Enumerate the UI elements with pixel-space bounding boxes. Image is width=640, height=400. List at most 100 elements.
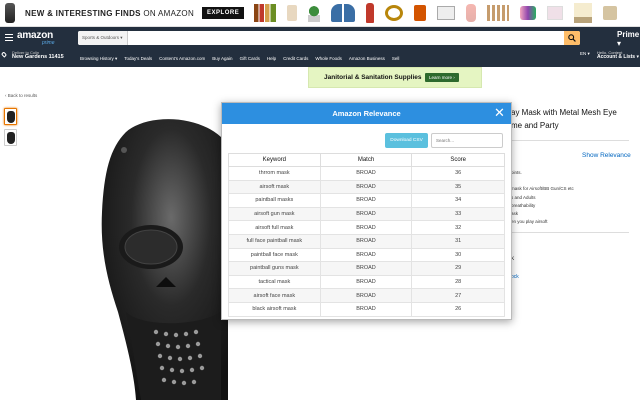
search-button[interactable] xyxy=(564,31,580,45)
table-row: full face paintball mask BROAD 31 xyxy=(228,233,505,249)
skull-mask-product-image[interactable] xyxy=(96,112,228,400)
nav-link-credit-cards[interactable]: Credit Cards xyxy=(283,56,308,62)
bullet-point: ask xyxy=(511,211,519,216)
echo-speaker-image xyxy=(5,3,15,23)
basket-image xyxy=(603,6,618,20)
score-cell: 29 xyxy=(411,261,505,276)
mask-thumbnail-image xyxy=(7,132,15,144)
score-cell: 30 xyxy=(411,247,505,263)
search-department-select[interactable]: Sports & Outdoors ▾ xyxy=(78,31,128,45)
column-header-match[interactable]: Match xyxy=(319,153,413,167)
ad-text: Janitorial & Sanitation Supplies xyxy=(324,74,422,81)
soap-image xyxy=(520,6,537,20)
table-header-row: Keyword Match Score xyxy=(228,153,505,167)
keyword-cell: full face paintball mask xyxy=(228,233,321,249)
score-cell: 31 xyxy=(411,233,505,249)
nav-link-amazon-business[interactable]: Amazon Business xyxy=(349,56,385,62)
nav-link-sell[interactable]: Sell xyxy=(392,56,400,62)
divider xyxy=(511,140,629,141)
match-cell: BROAD xyxy=(319,274,413,290)
nav-link-todays-deals[interactable]: Today's Deals xyxy=(124,56,152,62)
close-icon[interactable]: ✕ xyxy=(494,106,505,119)
product-thumbnail[interactable] xyxy=(4,108,17,125)
keyword-search-input[interactable] xyxy=(431,133,503,148)
jar-image xyxy=(287,5,298,21)
score-cell: 34 xyxy=(411,193,505,208)
score-cell: 32 xyxy=(411,220,505,235)
bullet-point: s and Adults xyxy=(511,195,536,200)
account-menu[interactable]: Hello, Content Account & Lists ▾ xyxy=(597,50,639,60)
bullet-point: breathability xyxy=(511,203,536,208)
plant-image xyxy=(308,4,321,22)
match-cell: BROAD xyxy=(319,166,413,181)
product-thumbnail[interactable] xyxy=(4,129,17,146)
side-fragment-link[interactable]: ock xyxy=(511,274,519,280)
show-relevance-link[interactable]: Show Relevance xyxy=(582,152,631,159)
column-header-score[interactable]: Score xyxy=(411,153,505,167)
download-csv-button[interactable]: Download CSV xyxy=(385,133,428,148)
keyword-cell: airsoft full mask xyxy=(228,220,321,235)
language-select[interactable]: EN ▾ xyxy=(580,51,590,57)
score-cell: 36 xyxy=(411,166,505,181)
banner-promo-text: NEW & INTERESTING FINDS ON AMAZON xyxy=(25,8,195,18)
match-cell: BROAD xyxy=(319,261,413,276)
nav-link-contents-amazon[interactable]: Content's Amazon.com xyxy=(159,56,205,62)
match-cell: BROAD xyxy=(319,206,413,222)
table-row: airsoft full mask BROAD 32 xyxy=(228,220,505,235)
sign-image xyxy=(437,6,456,20)
promo-banner[interactable]: NEW & INTERESTING FINDS ON AMAZON EXPLOR… xyxy=(0,0,640,27)
match-cell: BROAD xyxy=(319,288,413,303)
keyword-cell: paintball face mask xyxy=(228,247,321,263)
table-row: airsoft mask BROAD 35 xyxy=(228,179,505,195)
table-row: tactical mask BROAD 28 xyxy=(228,274,505,290)
prime-menu[interactable]: Prime ▾ xyxy=(617,30,640,48)
nav-link-gift-cards[interactable]: Gift Cards xyxy=(240,56,260,62)
product-title-line-2: me and Party xyxy=(511,121,559,130)
jewelry-image xyxy=(547,6,564,20)
bottle-image xyxy=(366,3,375,23)
bullet-point: en you play airsoft xyxy=(511,219,548,224)
banner-explore-button[interactable]: EXPLORE xyxy=(202,7,245,19)
nav-link-whole-foods[interactable]: Whole Foods xyxy=(315,56,342,62)
match-cell: BROAD xyxy=(319,301,413,317)
wings-image xyxy=(331,4,356,22)
menu-icon[interactable] xyxy=(5,34,13,41)
sponsored-ad-strip[interactable]: Janitorial & Sanitation Supplies Learn m… xyxy=(308,67,482,88)
nav-link-help[interactable]: Help xyxy=(267,56,276,62)
amazon-relevance-modal: Amazon Relevance ✕ Download CSV Keyword … xyxy=(221,102,512,320)
bullet-point: mask for Airsoft/BB Gun/CS etc xyxy=(511,186,574,191)
keyword-cell: thrrom mask xyxy=(228,166,321,181)
toy-image xyxy=(466,4,477,22)
table-row: paintball masks BROAD 34 xyxy=(228,193,505,208)
keyword-cell: black airsoft mask xyxy=(228,301,321,317)
modal-header: Amazon Relevance ✕ xyxy=(222,103,511,124)
keyword-cell: airsoft gun mask xyxy=(228,206,321,222)
candle-image xyxy=(414,5,427,21)
nav-link-buy-again[interactable]: Buy Again xyxy=(212,56,232,62)
match-cell: BROAD xyxy=(319,233,413,249)
table-row: airsoft gun mask BROAD 33 xyxy=(228,206,505,222)
match-cell: BROAD xyxy=(319,247,413,263)
column-header-keyword[interactable]: Keyword xyxy=(228,153,321,167)
table-row: airsoft face mask BROAD 27 xyxy=(228,288,505,303)
keyword-cell: tactical mask xyxy=(228,274,321,290)
score-cell: 26 xyxy=(411,301,505,317)
score-cell: 27 xyxy=(411,288,505,303)
hoop-earrings-image xyxy=(385,5,404,21)
nav-link-browsing-history[interactable]: Browsing History ▾ xyxy=(80,56,117,62)
score-cell: 35 xyxy=(411,179,505,195)
deliver-to-location[interactable]: Deliver to Colin New Gardens 11415 xyxy=(12,50,64,60)
modal-title: Amazon Relevance xyxy=(332,109,401,118)
keyword-cell: paintball masks xyxy=(228,193,321,208)
keyword-cell: airsoft face mask xyxy=(228,288,321,303)
ad-learn-more-button[interactable]: Learn more › xyxy=(425,73,459,82)
back-to-results-link[interactable]: ‹ Back to results xyxy=(5,93,37,98)
search-bar[interactable]: Sports & Outdoors ▾ xyxy=(78,31,580,45)
mask-thumbnail-image xyxy=(7,111,15,123)
search-icon xyxy=(568,34,576,42)
table-row: thrrom mask BROAD 36 xyxy=(228,166,505,181)
table-row: black airsoft mask BROAD 26 xyxy=(228,301,505,317)
nav-links: Browsing History ▾ Today's Deals Content… xyxy=(80,56,399,62)
product-title-line-1: ay Mask with Metal Mesh Eye xyxy=(511,108,617,117)
banner-product-images xyxy=(254,3,618,23)
